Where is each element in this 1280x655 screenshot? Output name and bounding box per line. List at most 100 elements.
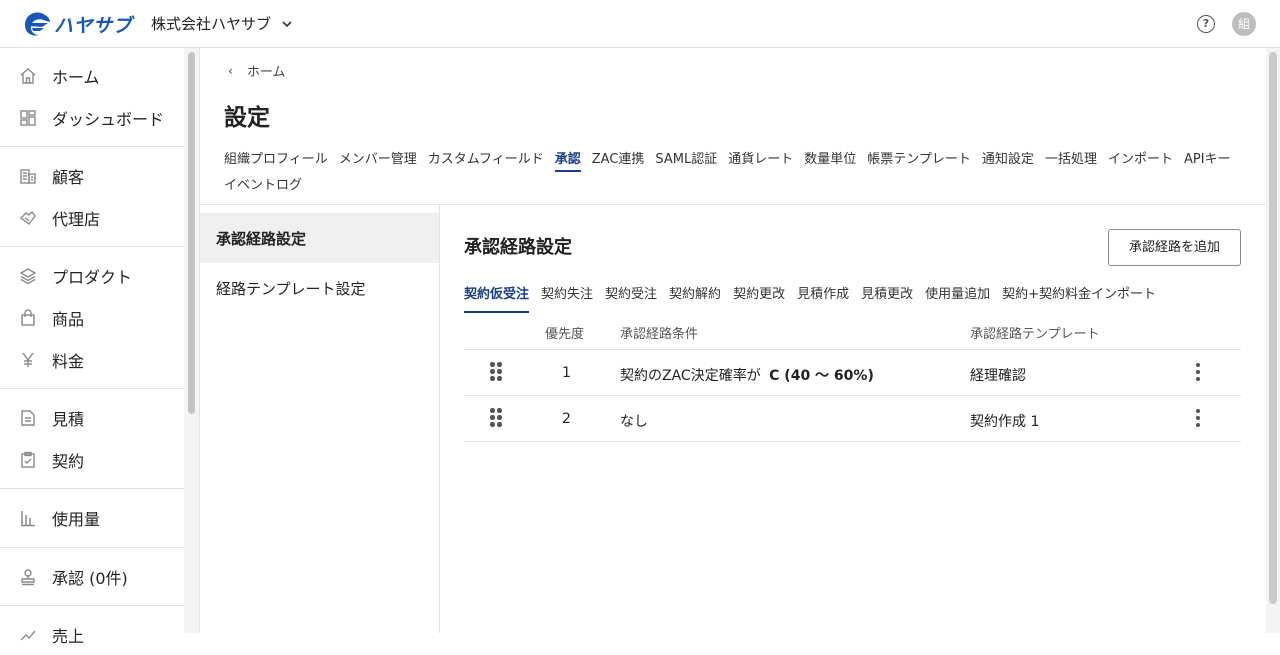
sidebar-item-usage[interactable]: 使用量 xyxy=(0,498,184,538)
column-header-template: 承認経路テンプレート xyxy=(970,327,1100,342)
main-scrollbar[interactable] xyxy=(1266,48,1280,633)
tab-members[interactable]: メンバー管理 xyxy=(339,147,417,173)
org-name: 株式会社ハヤサブ xyxy=(151,15,272,33)
drag-handle-icon[interactable] xyxy=(490,408,502,428)
sidebar-item-contracts[interactable]: 契約 xyxy=(0,440,184,480)
panel-title: 承認経路設定 xyxy=(464,237,572,258)
condition-cell: 契約のZAC決定確率が C (40 〜 60%) xyxy=(620,365,874,385)
org-switcher[interactable]: 株式会社ハヤサブ xyxy=(151,13,293,34)
more-vert-icon[interactable] xyxy=(1196,409,1200,429)
app-header: ハヤサブ 株式会社ハヤサブ ? 組 xyxy=(0,0,1280,48)
condition-text: 契約のZAC決定確率が xyxy=(620,368,761,384)
nav-divider xyxy=(0,388,184,389)
column-header-priority: 優先度 xyxy=(545,327,585,342)
subtab-contract-provisional[interactable]: 契約仮受注 xyxy=(464,283,530,313)
sidebar-scrollbar-thumb[interactable] xyxy=(188,52,195,414)
sidebar-item-customers[interactable]: 顧客 xyxy=(0,156,184,196)
nav-divider xyxy=(0,547,184,548)
condition-value: C (40 〜 60%) xyxy=(769,368,874,384)
priority-cell: 1 xyxy=(562,365,571,381)
sidebar-item-label: 承認 (0件) xyxy=(52,569,128,588)
subtab-contract-renewal[interactable]: 契約更改 xyxy=(733,283,785,313)
sidebar-item-quotes[interactable]: 見積 xyxy=(0,398,184,438)
sidebar-nav: ホーム ダッシュボード 顧客 代理店 プロダクト 商品 料金 見積 契約 使用量 xyxy=(0,48,184,646)
logo-text: ハヤサブ xyxy=(54,14,133,37)
breadcrumb[interactable]: ‹ ホーム xyxy=(228,61,286,81)
shopping-bag-icon xyxy=(21,309,35,326)
main-content: ‹ ホーム 設定 組織プロフィール メンバー管理 カスタムフィールド 承認 ZAC連携 S… xyxy=(200,48,1266,633)
sidebar-item-label: ホーム xyxy=(52,68,100,87)
tab-document-templates[interactable]: 帳票テンプレート xyxy=(867,147,971,173)
nav-divider xyxy=(0,605,184,606)
template-cell: 経理確認 xyxy=(970,368,1026,384)
sidebar-item-items[interactable]: 商品 xyxy=(0,298,184,338)
avatar[interactable]: 組 xyxy=(1232,12,1256,36)
document-icon xyxy=(21,410,35,426)
settings-tabs: 組織プロフィール メンバー管理 カスタムフィールド 承認 ZAC連携 SAML認証 通貨レー… xyxy=(224,147,1254,199)
template-cell: 契約作成 1 xyxy=(970,414,1040,430)
subtab-contract-won[interactable]: 契約受注 xyxy=(605,283,657,313)
tab-notifications[interactable]: 通知設定 xyxy=(982,147,1034,173)
column-header-condition: 承認経路条件 xyxy=(620,327,699,342)
help-icon[interactable]: ? xyxy=(1197,15,1215,33)
tab-quantity-units[interactable]: 数量単位 xyxy=(804,147,856,173)
sidebar-item-pricing[interactable]: 料金 xyxy=(0,340,184,380)
sidebar-item-label: プロダクト xyxy=(52,268,133,287)
add-approval-route-button[interactable]: 承認経路を追加 xyxy=(1108,229,1241,266)
approval-subnav: 承認経路設定 経路テンプレート設定 xyxy=(200,205,440,633)
tab-zac[interactable]: ZAC連携 xyxy=(592,147,645,173)
table-row: 2 なし 契約作成 1 xyxy=(464,396,1241,442)
condition-cell: なし xyxy=(620,414,648,430)
subtab-quote-renewal[interactable]: 見積更改 xyxy=(861,283,913,313)
falcon-logo-icon xyxy=(25,12,50,36)
sidebar-item-home[interactable]: ホーム xyxy=(0,56,184,96)
chevron-down-icon xyxy=(282,20,292,27)
yen-icon xyxy=(22,352,34,367)
stamp-icon xyxy=(21,569,35,586)
sidebar-item-dashboard[interactable]: ダッシュボード xyxy=(0,98,184,138)
tab-bulk-processing[interactable]: 一括処理 xyxy=(1045,147,1097,173)
sidebar-item-label: 契約 xyxy=(52,452,85,471)
table-row: 1 契約のZAC決定確率が C (40 〜 60%) 経理確認 xyxy=(464,350,1241,396)
tab-approval[interactable]: 承認 xyxy=(554,147,581,173)
sidebar-item-label: 顧客 xyxy=(52,168,85,187)
handshake-icon xyxy=(19,210,36,225)
drag-handle-icon[interactable] xyxy=(490,362,502,382)
subtab-quote-create[interactable]: 見積作成 xyxy=(797,283,849,313)
tab-currency-rates[interactable]: 通貨レート xyxy=(728,147,793,173)
sidebar-item-label: 商品 xyxy=(52,310,85,329)
subtab-contract-cancel[interactable]: 契約解約 xyxy=(669,283,721,313)
subtab-usage-add[interactable]: 使用量追加 xyxy=(925,283,990,313)
logo[interactable]: ハヤサブ xyxy=(22,8,132,40)
bar-chart-icon xyxy=(21,511,35,527)
table-header: 優先度 承認経路条件 承認経路テンプレート xyxy=(464,323,1241,350)
dashboard-icon xyxy=(20,110,36,126)
main-scrollbar-thumb[interactable] xyxy=(1269,52,1277,604)
tab-custom-fields[interactable]: カスタムフィールド xyxy=(428,147,544,173)
nav-divider xyxy=(0,146,184,147)
subnav-approval-routes[interactable]: 承認経路設定 xyxy=(200,213,439,263)
tab-event-log[interactable]: イベントログ xyxy=(224,173,302,199)
subtab-contract-import[interactable]: 契約+契約料金インポート xyxy=(1002,283,1156,313)
sales-icon xyxy=(20,630,36,641)
subtab-contract-lost[interactable]: 契約失注 xyxy=(541,283,593,313)
more-vert-icon[interactable] xyxy=(1196,363,1200,383)
sidebar-item-agencies[interactable]: 代理店 xyxy=(0,198,184,238)
subnav-route-templates[interactable]: 経路テンプレート設定 xyxy=(200,263,439,313)
tab-api-keys[interactable]: APIキー xyxy=(1184,147,1231,173)
sidebar-scrollbar[interactable] xyxy=(184,48,200,633)
sidebar-item-sales[interactable]: 売上 xyxy=(0,615,184,655)
breadcrumb-home: ホーム xyxy=(246,65,286,80)
clipboard-check-icon xyxy=(21,451,35,468)
sidebar-item-approvals[interactable]: 承認 (0件) xyxy=(0,557,184,597)
tab-saml[interactable]: SAML認証 xyxy=(655,147,717,173)
chevron-left-icon: ‹ xyxy=(228,63,233,78)
sidebar-item-label: 売上 xyxy=(52,627,85,646)
sidebar-item-label: ダッシュボード xyxy=(52,110,165,129)
tab-import[interactable]: インポート xyxy=(1108,147,1173,173)
nav-divider xyxy=(0,246,184,247)
page-title: 設定 xyxy=(224,105,270,131)
tab-org-profile[interactable]: 組織プロフィール xyxy=(224,147,328,173)
priority-cell: 2 xyxy=(562,411,571,427)
sidebar-item-products[interactable]: プロダクト xyxy=(0,256,184,296)
